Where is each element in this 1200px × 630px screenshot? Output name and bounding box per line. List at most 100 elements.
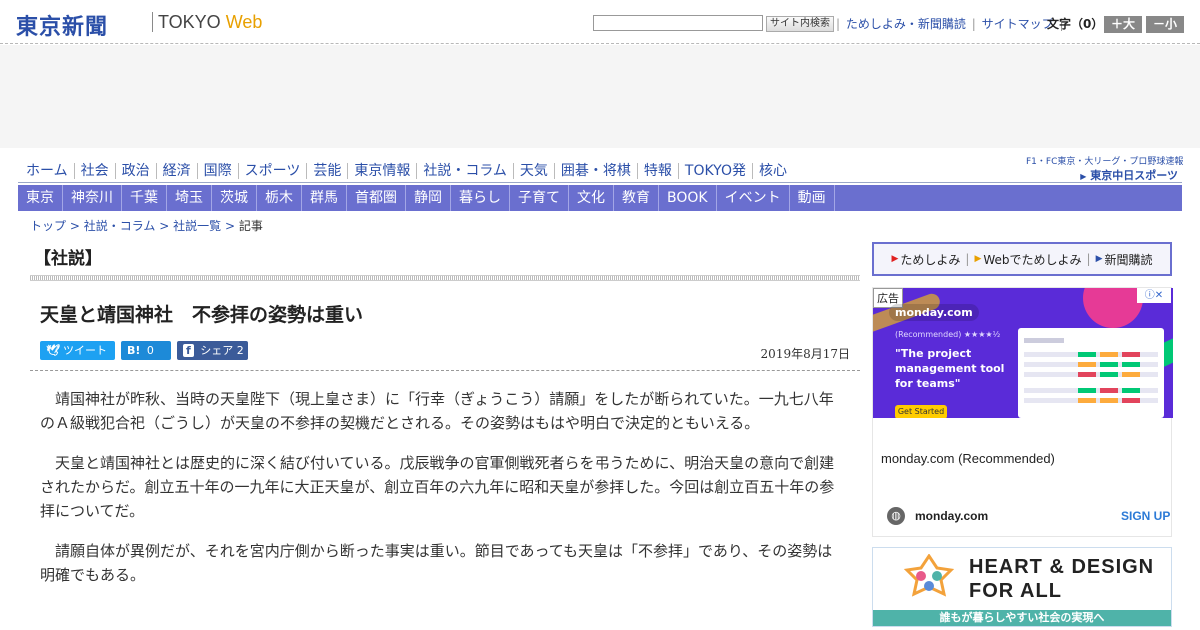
triangle-right-icon: ▶ xyxy=(974,254,982,264)
ad-title[interactable]: monday.com (Recommended) xyxy=(881,451,1055,466)
article-paragraph: 請願自体が異例だが、それを宮内庁側から断った事実は重い。節目であっても天皇は「不… xyxy=(40,542,833,584)
primary-nav-rule xyxy=(18,182,1182,183)
ad-recommended: (Recommended) ★★★★½ xyxy=(895,330,1001,339)
subscribe-box: ▶ ためしよみ | ▶ Webでためしよみ | ▶ 新聞購読 xyxy=(872,242,1172,276)
facebook-share-button[interactable]: f シェア 2 xyxy=(177,341,248,360)
breadcrumb-editorial-list[interactable]: 社説一覧 xyxy=(173,219,221,233)
primary-nav: ホーム 社会 政治 経済 国際 スポーツ 芸能 東京情報 社説・コラム 天気 囲碁・将棋 特報 TOKY… xyxy=(20,158,793,184)
triangle-right-icon: ▶ xyxy=(891,254,899,264)
top-ad-area xyxy=(0,45,1200,148)
breadcrumb-opinion[interactable]: 社説・コラム xyxy=(84,219,156,233)
primary-nav-item[interactable]: スポーツ xyxy=(237,163,307,179)
site-search-input[interactable] xyxy=(593,15,763,31)
logo-divider xyxy=(152,12,153,32)
secondary-nav-item[interactable]: 首都圏 xyxy=(347,185,406,211)
font-larger-button[interactable]: ＋大 xyxy=(1104,16,1142,33)
banner-title-line1: HEART & DESIGN xyxy=(969,556,1155,578)
breadcrumb: トップ > 社説・コラム > 社説一覧 > 記事 xyxy=(30,217,263,234)
article-paragraph: 天皇と靖国神社とは歴史的に深く結び付いている。戊辰戦争の官軍側戦死者らを弔うため… xyxy=(40,454,835,520)
primary-nav-item[interactable]: 国際 xyxy=(196,163,238,179)
section-label: 【社説】 xyxy=(34,249,102,269)
ad-brand: monday.com xyxy=(889,304,979,321)
chunichi-title: ▶ 東京中日スポーツ xyxy=(1026,167,1178,183)
web-trial-link[interactable]: Webでためしよみ xyxy=(983,251,1081,268)
primary-nav-item[interactable]: 核心 xyxy=(751,163,793,179)
ad-domain[interactable]: monday.com xyxy=(915,509,988,523)
secondary-nav-item[interactable]: 千葉 xyxy=(122,185,167,211)
chunichi-title-text: 東京中日スポーツ xyxy=(1090,169,1178,182)
globe-icon: ◍ xyxy=(887,507,905,525)
link-separator: | xyxy=(965,252,970,266)
ad-visual[interactable]: 広告 ⓘ✕ monday.com (Recommended) ★★★★½ "Th… xyxy=(873,288,1173,418)
primary-nav-item[interactable]: 経済 xyxy=(155,163,197,179)
top-links: | ためしよみ・新聞購読 | サイトマップ | xyxy=(834,16,1065,32)
tweet-button[interactable]: 🕊 ツイート xyxy=(40,341,115,360)
secondary-nav-item[interactable]: 教育 xyxy=(614,185,659,211)
primary-nav-item[interactable]: 政治 xyxy=(114,163,156,179)
twitter-bird-icon: 🕊 xyxy=(46,344,60,357)
secondary-nav-item[interactable]: イベント xyxy=(717,185,790,211)
link-separator: | xyxy=(1086,252,1091,266)
chevron-right-icon: ▶ xyxy=(1080,172,1087,181)
trial-link[interactable]: ためしよみ xyxy=(900,251,960,268)
tweet-label: ツイート xyxy=(62,344,107,357)
breadcrumb-separator: > xyxy=(159,219,170,233)
heart-design-banner[interactable]: HEART & DESIGN FOR ALL 誰もが暮らしやすい社会の実現へ xyxy=(872,547,1172,627)
hatena-icon: B! xyxy=(127,344,141,357)
hatena-bookmark-button[interactable]: B! 0 xyxy=(121,341,171,360)
chunichi-tagline: F1・FC東京・大リーグ・プロ野球速報 xyxy=(1026,157,1184,167)
link-separator: | xyxy=(836,17,841,31)
secondary-nav-item[interactable]: BOOK xyxy=(659,185,717,211)
secondary-nav-item[interactable]: 茨城 xyxy=(212,185,257,211)
site-logo[interactable]: 東京新聞 xyxy=(16,9,108,41)
subscription-link[interactable]: 新聞購読 xyxy=(1105,251,1153,268)
breadcrumb-top[interactable]: トップ xyxy=(30,219,66,233)
secondary-nav-item[interactable]: 群馬 xyxy=(302,185,347,211)
facebook-share-label: シェア xyxy=(200,344,234,357)
secondary-nav-item[interactable]: 東京 xyxy=(18,185,63,211)
primary-nav-item[interactable]: TOKYO発 xyxy=(677,163,752,179)
ad-get-started-button[interactable]: Get Started xyxy=(895,405,947,418)
breadcrumb-separator: > xyxy=(224,219,235,233)
font-smaller-button[interactable]: －小 xyxy=(1146,16,1184,33)
secondary-nav-item[interactable]: 文化 xyxy=(569,185,614,211)
logo-tokyo-text: TOKYO xyxy=(158,12,221,32)
secondary-nav-item[interactable]: 静岡 xyxy=(406,185,451,211)
secondary-nav-item[interactable]: 埼玉 xyxy=(167,185,212,211)
section-divider xyxy=(30,275,860,281)
logo-web-text: Web xyxy=(225,12,263,32)
link-separator: | xyxy=(971,17,976,31)
primary-nav-item[interactable]: 芸能 xyxy=(306,163,347,179)
primary-nav-item[interactable]: 社説・コラム xyxy=(416,163,513,179)
primary-nav-item[interactable]: 社会 xyxy=(73,163,115,179)
primary-nav-item[interactable]: 特報 xyxy=(636,163,678,179)
article-paragraph: 靖国神社が昨秋、当時の天皇陛下（現上皇さま）に「行幸（ぎょうこう）請願」をしたが… xyxy=(40,390,834,432)
ad-screenshot xyxy=(1018,328,1164,418)
subscribe-link[interactable]: ためしよみ・新聞購読 xyxy=(846,17,966,31)
primary-nav-item[interactable]: 東京情報 xyxy=(347,163,416,179)
tokyo-web-logo[interactable]: TOKYO Web xyxy=(158,12,262,33)
secondary-nav-item[interactable]: 動画 xyxy=(790,185,835,211)
primary-nav-item[interactable]: 囲碁・将棋 xyxy=(553,163,637,179)
article-body: 靖国神社が昨秋、当時の天皇陛下（現上皇さま）に「行幸（ぎょうこう）請願」をしたが… xyxy=(40,387,845,603)
primary-nav-item[interactable]: 天気 xyxy=(512,163,554,179)
secondary-nav-item[interactable]: 神奈川 xyxy=(63,185,122,211)
article-divider xyxy=(30,370,860,371)
monday-ad[interactable]: 広告 ⓘ✕ monday.com (Recommended) ★★★★½ "Th… xyxy=(872,287,1173,537)
secondary-nav-item[interactable]: 子育て xyxy=(510,185,569,211)
sitemap-link[interactable]: サイトマップ xyxy=(982,17,1054,31)
chunichi-sports-banner[interactable]: F1・FC東京・大リーグ・プロ野球速報 ▶ 東京中日スポーツ xyxy=(1026,154,1184,183)
banner-tagline: 誰もが暮らしやすい社会の実現へ xyxy=(873,610,1171,626)
ad-signup-button[interactable]: SIGN UP xyxy=(1121,509,1170,523)
breadcrumb-separator: > xyxy=(69,219,80,233)
ad-footer: ◍ monday.com SIGN UP xyxy=(881,503,1170,529)
primary-nav-item[interactable]: ホーム xyxy=(20,163,74,179)
font-size-label: 文字（0） xyxy=(1047,17,1104,31)
article-headline: 天皇と靖国神社 不参拝の姿勢は重い xyxy=(40,304,364,326)
secondary-nav-item[interactable]: 栃木 xyxy=(257,185,302,211)
site-search-button[interactable]: サイト内検索 xyxy=(766,16,834,32)
secondary-nav-item[interactable]: 暮らし xyxy=(451,185,510,211)
article-date: 2019年8月17日 xyxy=(760,347,850,361)
ad-close-icon[interactable]: ⓘ✕ xyxy=(1137,288,1171,303)
site-header: 東京新聞 TOKYO Web サイト内検索 | ためしよみ・新聞購読 | サイト… xyxy=(0,0,1200,44)
